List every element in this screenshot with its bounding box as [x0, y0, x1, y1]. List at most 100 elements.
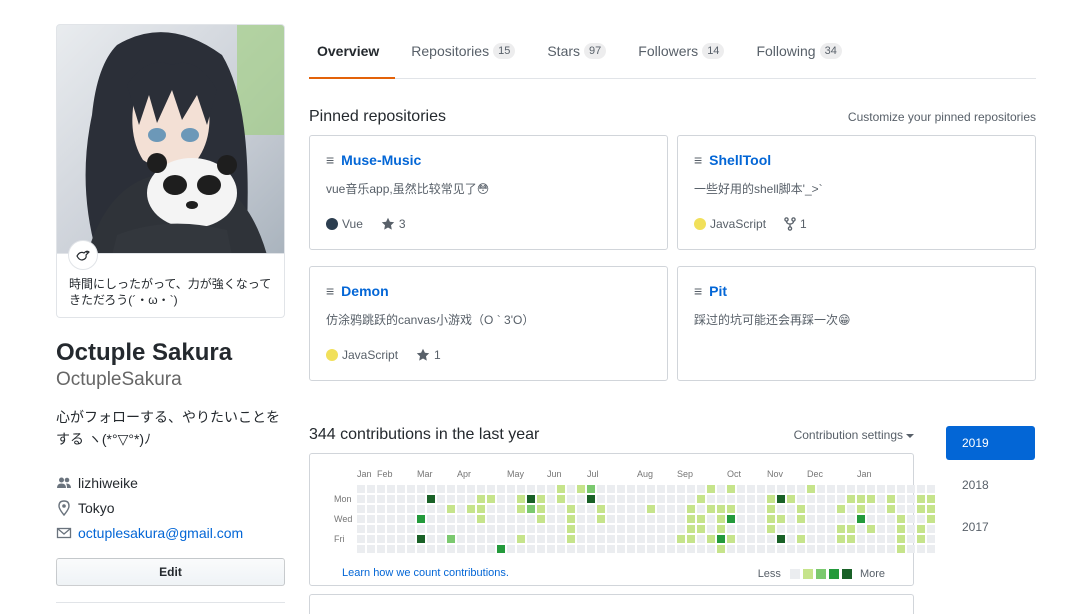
- contribution-day[interactable]: [857, 525, 865, 533]
- contribution-day[interactable]: [677, 525, 685, 533]
- contribution-day[interactable]: [507, 485, 515, 493]
- contribution-day[interactable]: [457, 525, 465, 533]
- contribution-day[interactable]: [687, 495, 695, 503]
- contribution-day[interactable]: [787, 545, 795, 553]
- contribution-day[interactable]: [897, 485, 905, 493]
- contribution-day[interactable]: [647, 525, 655, 533]
- contribution-day[interactable]: [867, 515, 875, 523]
- contribution-day[interactable]: [617, 545, 625, 553]
- contribution-day[interactable]: [807, 525, 815, 533]
- contribution-day[interactable]: [787, 485, 795, 493]
- contribution-day[interactable]: [577, 525, 585, 533]
- contribution-day[interactable]: [757, 545, 765, 553]
- contribution-day[interactable]: [427, 505, 435, 513]
- contribution-day[interactable]: [627, 525, 635, 533]
- contribution-day[interactable]: [417, 495, 425, 503]
- contribution-day[interactable]: [807, 485, 815, 493]
- contribution-day[interactable]: [857, 495, 865, 503]
- status-emoji[interactable]: [68, 240, 98, 270]
- contribution-day[interactable]: [757, 515, 765, 523]
- contribution-day[interactable]: [727, 525, 735, 533]
- contribution-day[interactable]: [887, 485, 895, 493]
- contribution-day[interactable]: [427, 545, 435, 553]
- contribution-day[interactable]: [437, 495, 445, 503]
- contribution-day[interactable]: [377, 515, 385, 523]
- contribution-day[interactable]: [547, 505, 555, 513]
- contribution-day[interactable]: [827, 535, 835, 543]
- contribution-day[interactable]: [357, 515, 365, 523]
- contribution-day[interactable]: [707, 505, 715, 513]
- contribution-day[interactable]: [767, 545, 775, 553]
- contribution-day[interactable]: [557, 545, 565, 553]
- contribution-day[interactable]: [627, 545, 635, 553]
- contribution-day[interactable]: [767, 515, 775, 523]
- contribution-day[interactable]: [927, 485, 935, 493]
- contribution-day[interactable]: [747, 515, 755, 523]
- contribution-day[interactable]: [847, 545, 855, 553]
- contribution-day[interactable]: [657, 505, 665, 513]
- contribution-day[interactable]: [737, 505, 745, 513]
- contribution-day[interactable]: [787, 535, 795, 543]
- contribution-day[interactable]: [527, 535, 535, 543]
- contribution-day[interactable]: [797, 485, 805, 493]
- contribution-day[interactable]: [417, 505, 425, 513]
- contribution-day[interactable]: [607, 545, 615, 553]
- contribution-day[interactable]: [447, 485, 455, 493]
- contribution-day[interactable]: [857, 545, 865, 553]
- contribution-day[interactable]: [657, 525, 665, 533]
- contribution-day[interactable]: [637, 505, 645, 513]
- contribution-day[interactable]: [867, 545, 875, 553]
- contribution-day[interactable]: [867, 495, 875, 503]
- contribution-day[interactable]: [657, 515, 665, 523]
- contribution-day[interactable]: [377, 505, 385, 513]
- contribution-day[interactable]: [907, 545, 915, 553]
- contribution-day[interactable]: [407, 485, 415, 493]
- contribution-day[interactable]: [677, 515, 685, 523]
- contribution-day[interactable]: [477, 535, 485, 543]
- contribution-day[interactable]: [507, 515, 515, 523]
- contribution-day[interactable]: [827, 515, 835, 523]
- contribution-day[interactable]: [607, 535, 615, 543]
- contribution-day[interactable]: [917, 495, 925, 503]
- contribution-day[interactable]: [887, 535, 895, 543]
- contribution-day[interactable]: [877, 515, 885, 523]
- contribution-day[interactable]: [497, 535, 505, 543]
- contribution-day[interactable]: [927, 545, 935, 553]
- contribution-day[interactable]: [767, 535, 775, 543]
- contribution-day[interactable]: [787, 505, 795, 513]
- repo-link[interactable]: Muse-Music: [341, 152, 421, 168]
- contribution-day[interactable]: [837, 505, 845, 513]
- contribution-day[interactable]: [787, 525, 795, 533]
- contribution-day[interactable]: [697, 505, 705, 513]
- contribution-day[interactable]: [547, 545, 555, 553]
- contribution-day[interactable]: [707, 515, 715, 523]
- contribution-day[interactable]: [537, 485, 545, 493]
- contribution-day[interactable]: [697, 525, 705, 533]
- contribution-day[interactable]: [677, 505, 685, 513]
- contribution-day[interactable]: [737, 535, 745, 543]
- contribution-day[interactable]: [907, 505, 915, 513]
- contribution-day[interactable]: [737, 525, 745, 533]
- contribution-day[interactable]: [677, 485, 685, 493]
- contribution-day[interactable]: [877, 535, 885, 543]
- contribution-day[interactable]: [897, 535, 905, 543]
- contribution-day[interactable]: [907, 495, 915, 503]
- contribution-day[interactable]: [437, 485, 445, 493]
- contribution-day[interactable]: [697, 545, 705, 553]
- contribution-day[interactable]: [707, 525, 715, 533]
- contribution-day[interactable]: [517, 495, 525, 503]
- contribution-day[interactable]: [437, 505, 445, 513]
- contribution-day[interactable]: [357, 485, 365, 493]
- contribution-day[interactable]: [557, 485, 565, 493]
- tab-stars[interactable]: Stars 97: [531, 23, 622, 78]
- contribution-day[interactable]: [857, 535, 865, 543]
- contribution-day[interactable]: [497, 525, 505, 533]
- contribution-day[interactable]: [857, 515, 865, 523]
- contribution-day[interactable]: [587, 485, 595, 493]
- tab-overview[interactable]: Overview: [309, 23, 396, 79]
- customize-pins-link[interactable]: Customize your pinned repositories: [848, 110, 1036, 124]
- contribution-day[interactable]: [777, 525, 785, 533]
- contribution-day[interactable]: [817, 545, 825, 553]
- contribution-day[interactable]: [697, 535, 705, 543]
- contribution-day[interactable]: [837, 485, 845, 493]
